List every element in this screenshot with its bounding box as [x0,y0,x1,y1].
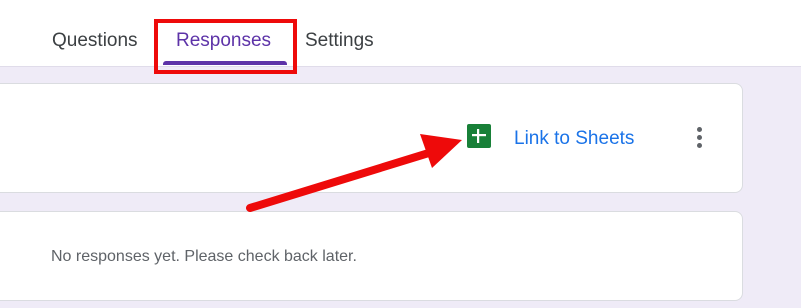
empty-responses-message: No responses yet. Please check back late… [51,248,357,265]
link-to-sheets-button[interactable]: Link to Sheets [514,127,634,151]
tab-settings[interactable]: Settings [305,28,374,54]
tab-questions[interactable]: Questions [52,28,138,54]
tab-bar: Questions Responses Settings [0,0,801,67]
google-sheets-icon[interactable] [467,124,491,148]
forms-responses-page: Questions Responses Settings Link to She… [0,0,801,308]
more-vert-icon[interactable] [688,124,712,152]
annotation-highlight-box [154,19,297,74]
